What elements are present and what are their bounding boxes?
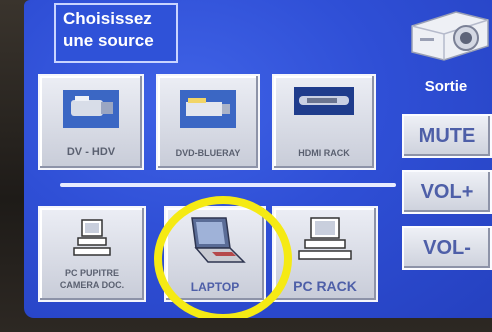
source-label: DVD-BLUERAY — [175, 148, 241, 158]
projector-icon[interactable] — [398, 6, 492, 66]
source-button-pc-pupitre[interactable]: PC PUPITRE CAMERA DOC. — [38, 206, 146, 302]
camcorder-icon — [63, 90, 119, 128]
source-button-hdmi-rack[interactable]: HDMI RACK — [272, 74, 376, 170]
source-button-dv-hdv[interactable]: DV - HDV — [38, 74, 144, 170]
volume-up-button[interactable]: VOL+ — [402, 170, 492, 214]
desktop-pc-icon — [73, 219, 111, 256]
source-button-dvd-bluray[interactable]: DVD-BLUERAY — [156, 74, 260, 170]
source-button-laptop[interactable]: LAPTOP — [164, 206, 266, 302]
source-button-pc-rack[interactable]: PC RACK — [272, 206, 378, 302]
source-label: DV - HDV — [66, 146, 116, 158]
mute-button[interactable]: MUTE — [402, 114, 492, 158]
title-line-1: Choisissez — [63, 9, 152, 28]
title-line-2: une source — [63, 31, 154, 50]
source-label: HDMI RACK — [298, 148, 350, 158]
divider — [60, 183, 396, 187]
hdmi-rack-icon — [294, 87, 354, 115]
source-label-line-2: CAMERA DOC. — [59, 280, 125, 290]
page-title: Choisissez une source — [54, 3, 178, 63]
source-label: LAPTOP — [190, 280, 240, 294]
touch-panel-screen: Choisissez une source Sortie DV - HDV DV… — [24, 0, 492, 318]
dvd-player-icon — [180, 90, 236, 128]
desktop-pc-icon — [298, 217, 352, 260]
source-label-line-1: PC PUPITRE — [64, 268, 119, 278]
laptop-icon — [191, 217, 246, 263]
source-label: PC RACK — [293, 278, 357, 294]
output-label: Sortie — [424, 78, 468, 95]
volume-down-button[interactable]: VOL- — [402, 226, 492, 270]
